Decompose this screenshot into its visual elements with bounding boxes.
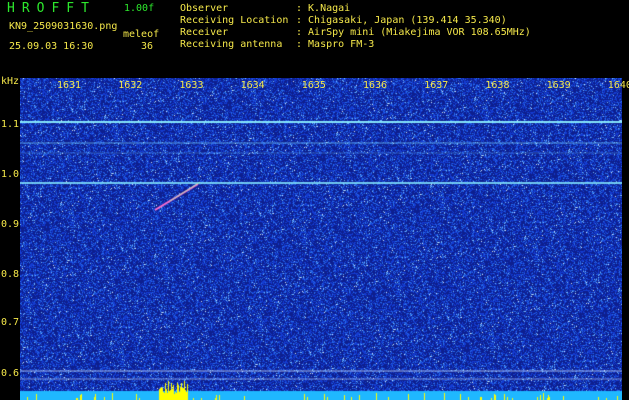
x-tick-label: 1637 — [424, 80, 449, 91]
y-tick-label: 0.6 — [1, 368, 20, 379]
location-key: Receiving Location — [180, 15, 289, 26]
y-axis-unit: kHz — [1, 76, 20, 87]
x-tick-label: 1640 — [607, 80, 629, 91]
receiver-value: : AirSpy mini (Miakejima VOR 108.65MHz) — [296, 27, 531, 38]
y-tick-label: 0.9 — [1, 219, 20, 230]
spectrogram-canvas — [20, 78, 622, 400]
version-label: 1.00f — [124, 3, 155, 14]
filename-label: KN9_2509031630.png — [9, 21, 118, 32]
location-value: : Chigasaki, Japan (139.414 35.340) — [296, 15, 507, 26]
receiver-key: Receiver — [180, 27, 229, 38]
x-tick-label: 1633 — [179, 80, 204, 91]
spectrogram — [20, 78, 622, 400]
y-tick-label: 0.7 — [1, 317, 20, 328]
x-tick-label: 1639 — [546, 80, 571, 91]
y-tick-label: 1.0 — [1, 169, 20, 180]
y-tick-label: 0.8 — [1, 269, 20, 280]
x-tick-label: 1635 — [301, 80, 326, 91]
mode-label: meleof — [123, 29, 160, 40]
x-tick-label: 1638 — [485, 80, 510, 91]
x-tick-label: 1631 — [57, 80, 82, 91]
x-tick-label: 1636 — [363, 80, 388, 91]
observer-key: Observer — [180, 3, 229, 14]
x-tick-label: 1632 — [118, 80, 143, 91]
datetime-label: 25.09.03 16:30 — [9, 41, 94, 52]
antenna-key: Receiving antenna — [180, 39, 283, 50]
count-label: 36 — [141, 41, 154, 52]
y-tick-label: 1.1 — [1, 119, 20, 130]
x-tick-label: 1634 — [240, 80, 265, 91]
observer-value: : K.Nagai — [296, 3, 351, 14]
antenna-value: : Maspro FM-3 — [296, 39, 375, 50]
app-title: HROFFT — [7, 1, 96, 16]
